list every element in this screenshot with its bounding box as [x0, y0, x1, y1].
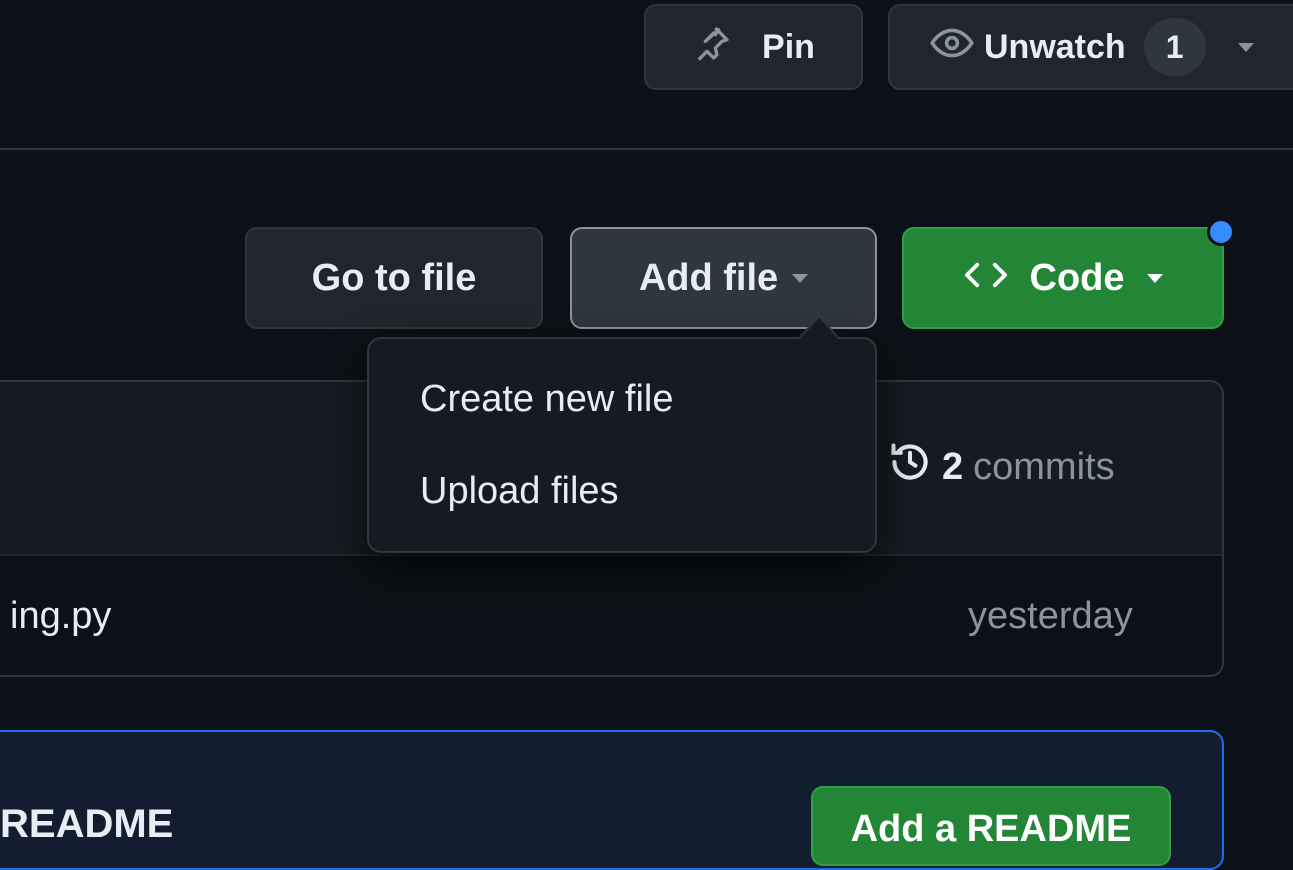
commit-count: 2: [942, 445, 964, 488]
chevron-down-icon: [1146, 273, 1163, 283]
code-icon: [964, 257, 1008, 300]
add-readme-button[interactable]: Add a README: [811, 786, 1171, 866]
pin-label: Pin: [762, 27, 815, 66]
menu-item-upload-files[interactable]: Upload files: [420, 470, 619, 513]
file-time: yesterday: [968, 595, 1133, 637]
header-divider: [0, 148, 1293, 150]
code-label: Code: [1029, 256, 1125, 299]
add-file-label: Add file: [638, 256, 779, 299]
unwatch-label: Unwatch: [984, 27, 1126, 66]
go-to-file-label: Go to file: [311, 256, 477, 299]
chevron-down-icon: [792, 273, 809, 283]
add-file-button[interactable]: Add file: [570, 227, 877, 329]
menu-item-create-new-file[interactable]: Create new file: [420, 378, 673, 421]
go-to-file-button[interactable]: Go to file: [245, 227, 543, 329]
readme-text: README: [0, 802, 174, 846]
eye-icon: [930, 25, 974, 70]
commits-link[interactable]: 2 commits: [888, 440, 1115, 494]
notification-dot: [1207, 218, 1235, 246]
watch-count-badge: 1: [1143, 18, 1206, 76]
pin-icon: [692, 23, 732, 72]
file-name-link[interactable]: ing.py: [10, 595, 111, 638]
file-list-separator: [0, 554, 1222, 556]
dropdown-arrow-inner: [799, 318, 839, 340]
unwatch-button[interactable]: Unwatch 1: [888, 4, 1293, 90]
code-button[interactable]: Code: [902, 227, 1224, 329]
chevron-down-icon[interactable]: [1237, 42, 1254, 52]
add-readme-label: Add a README: [850, 808, 1132, 850]
add-file-dropdown: [367, 337, 877, 553]
pin-button[interactable]: Pin: [644, 4, 863, 90]
history-icon: [888, 440, 932, 494]
commit-label: commits: [973, 445, 1115, 488]
